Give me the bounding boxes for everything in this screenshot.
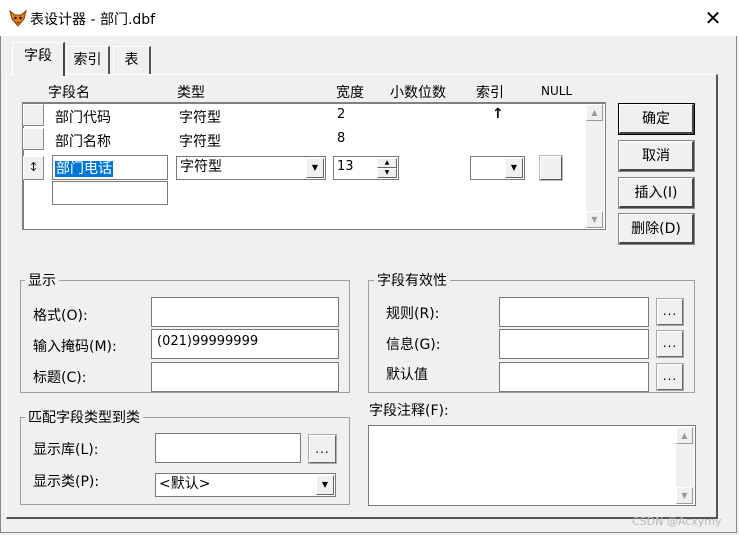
insert-button[interactable]: 插入(I)	[618, 177, 695, 209]
column-header-name: 字段名	[48, 85, 90, 101]
dropdown-arrow-icon[interactable]: ▼	[306, 158, 324, 178]
field-width-value: 13	[337, 159, 354, 174]
message-builder-button[interactable]: ...	[656, 330, 684, 358]
input-mask-label: 输入掩码(M):	[33, 339, 117, 355]
rule-input[interactable]	[499, 297, 649, 327]
display-library-input[interactable]	[155, 433, 301, 463]
spin-down-icon[interactable]: ▼	[377, 168, 397, 178]
row-selector[interactable]	[23, 128, 44, 150]
default-value-builder-button[interactable]: ...	[656, 363, 684, 391]
column-header-type: 类型	[177, 85, 205, 101]
column-header-index: 索引	[476, 85, 504, 101]
column-header-null: NULL	[541, 84, 573, 98]
grid-scrollbar[interactable]: ▲ ▼	[586, 104, 604, 228]
caption-input[interactable]	[151, 362, 339, 392]
spin-up-icon[interactable]: ▲	[377, 158, 397, 168]
close-icon[interactable]: ✕	[698, 6, 728, 30]
field-type-cell[interactable]: 字符型	[179, 107, 221, 127]
field-type-cell[interactable]: 字符型	[179, 131, 221, 151]
field-name-cell[interactable]: 部门代码	[55, 107, 111, 127]
rule-builder-button[interactable]: ...	[656, 298, 684, 326]
scroll-down-icon[interactable]: ▼	[676, 487, 693, 504]
field-width-cell[interactable]: 8	[337, 131, 345, 146]
display-group-title: 显示	[25, 270, 59, 290]
delete-button[interactable]: 删除(D)	[618, 213, 695, 245]
scroll-up-icon[interactable]: ▲	[586, 104, 603, 121]
validation-group-title: 字段有效性	[374, 270, 450, 290]
field-name-cell[interactable]: 部门名称	[55, 131, 111, 151]
row-selector[interactable]	[23, 104, 44, 126]
window-title: 表设计器 - 部门.dbf	[30, 12, 156, 28]
index-ascending-icon: ↑	[492, 106, 504, 122]
field-comment-label: 字段注释(F):	[369, 403, 449, 419]
tab-index[interactable]: 索引	[66, 46, 110, 74]
null-toggle[interactable]	[539, 155, 563, 181]
input-mask-input[interactable]: (021)99999999	[151, 329, 339, 359]
field-type-value: 字符型	[180, 159, 222, 175]
field-name-selected-text: 部门电话	[55, 161, 113, 177]
new-field-name-input[interactable]	[52, 181, 168, 205]
foxpro-fox-icon	[8, 8, 28, 28]
field-comment-textarea[interactable]: ▲ ▼	[368, 425, 696, 506]
cancel-button[interactable]: 取消	[618, 140, 695, 172]
format-label: 格式(O):	[33, 308, 88, 324]
tab-fields[interactable]: 字段	[12, 42, 65, 76]
column-header-width: 宽度	[336, 85, 364, 101]
display-library-label: 显示库(L):	[33, 442, 99, 458]
dropdown-arrow-icon[interactable]: ▼	[316, 475, 334, 495]
watermark: CSDN @Acxymy	[632, 515, 722, 528]
scroll-down-icon[interactable]: ▼	[586, 211, 603, 228]
field-width-spinner[interactable]: 13 ▲ ▼	[333, 156, 399, 180]
dropdown-arrow-icon[interactable]: ▼	[505, 158, 523, 178]
tab-table[interactable]: 表	[113, 46, 151, 74]
field-type-select[interactable]: 字符型 ▼	[176, 156, 326, 180]
default-value-label: 默认值	[386, 367, 428, 383]
display-library-browse-button[interactable]: ...	[308, 434, 337, 464]
class-mapping-group-title: 匹配字段类型到类	[25, 407, 143, 427]
rule-label: 规则(R):	[386, 306, 440, 322]
row-move-handle[interactable]: ↕	[23, 156, 44, 180]
ok-button[interactable]: 确定	[618, 103, 695, 135]
field-width-cell[interactable]: 2	[337, 107, 345, 122]
default-value-input[interactable]	[499, 362, 649, 392]
field-name-input[interactable]: 部门电话	[52, 155, 168, 180]
message-label: 信息(G):	[386, 337, 441, 353]
column-header-decimals: 小数位数	[390, 85, 446, 101]
scroll-up-icon[interactable]: ▲	[676, 427, 693, 444]
display-class-value: <默认>	[159, 476, 211, 492]
display-class-label: 显示类(P):	[33, 474, 100, 490]
display-class-select[interactable]: <默认> ▼	[155, 473, 336, 497]
comment-scrollbar[interactable]: ▲ ▼	[676, 427, 694, 504]
caption-label: 标题(C):	[33, 370, 87, 386]
index-select[interactable]: ▼	[470, 156, 525, 180]
format-input[interactable]	[151, 297, 339, 327]
input-mask-value: (021)99999999	[157, 334, 259, 349]
message-input[interactable]	[499, 329, 649, 359]
